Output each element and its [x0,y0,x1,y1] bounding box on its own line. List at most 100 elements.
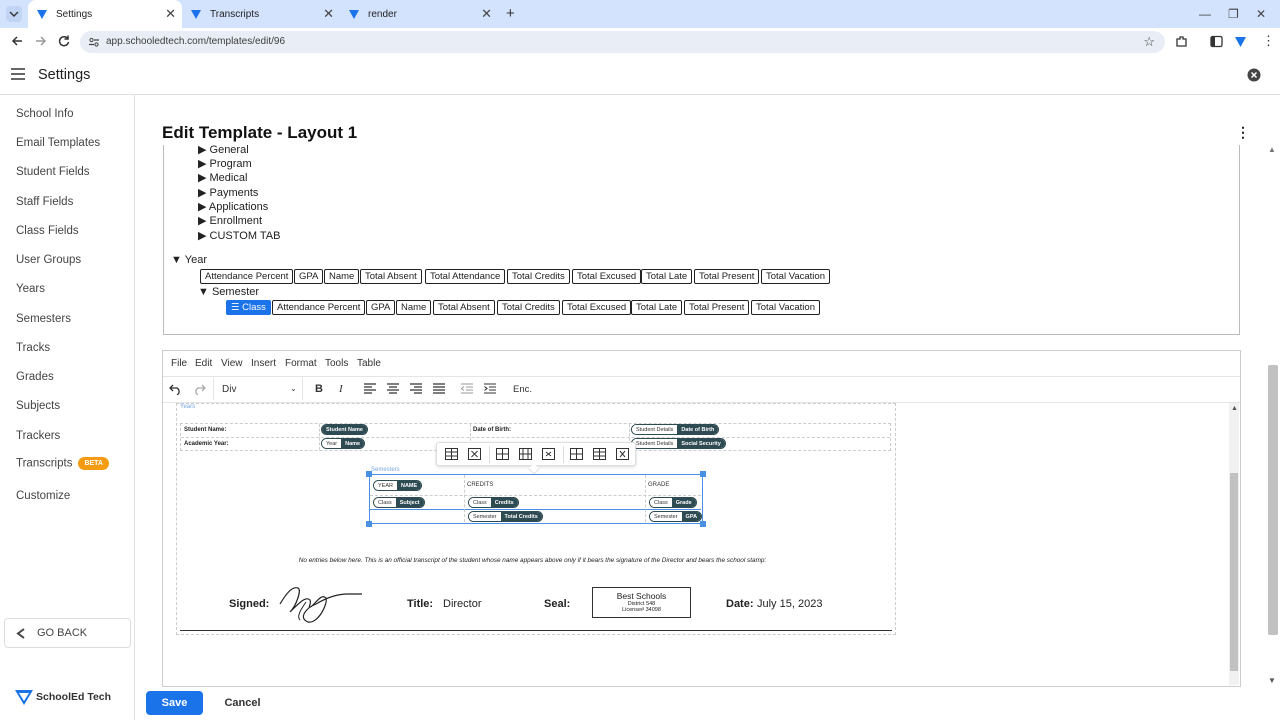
chip-semester-total-credits[interactable]: Total Credits [497,300,560,315]
resize-handle[interactable] [366,471,372,477]
menu-table[interactable]: Table [357,358,381,369]
class-subject-pill[interactable]: Class Subject [373,497,425,508]
chip-semester-total-present[interactable]: Total Present [684,300,750,315]
menu-file[interactable]: File [171,358,187,369]
tree-item-year[interactable]: ▼ Year [171,254,207,266]
chip-year-total-attendance[interactable]: Total Attendance [425,269,506,284]
forward-icon[interactable] [34,34,48,48]
menu-format[interactable]: Format [285,358,317,369]
insert-row-before-icon[interactable] [496,448,509,460]
align-right-icon[interactable] [410,383,422,394]
window-close-icon[interactable]: ✕ [1256,7,1266,21]
redo-icon[interactable] [193,382,206,395]
sidebar-item-user-groups[interactable]: User Groups [16,254,81,266]
bookmark-star-icon[interactable]: ☆ [1143,31,1155,53]
go-back-button[interactable]: GO BACK [4,618,131,648]
semester-total-credits-pill[interactable]: Semester Total Credits [468,511,543,522]
chip-semester-total-vacation[interactable]: Total Vacation [751,300,820,315]
social-security-pill[interactable]: Student Details Social Security [631,438,726,449]
browser-menu-icon[interactable]: ⋮ [1262,33,1275,49]
editor-scrollbar[interactable] [1229,403,1239,685]
address-bar[interactable]: app.schooledtech.com/templates/edit/96 ☆ [80,31,1165,53]
sidebar-toggle-icon[interactable] [1210,35,1223,48]
chip-semester-total-excused[interactable]: Total Excused [562,300,632,315]
bold-icon[interactable]: B [315,383,323,395]
back-icon[interactable] [10,34,24,48]
tree-item-program[interactable]: ▶ Program [198,157,252,170]
align-center-icon[interactable] [387,383,399,394]
dob-pill[interactable]: Student Details Date of Birth [631,424,720,435]
chip-year-total-present[interactable]: Total Present [694,269,760,284]
reload-icon[interactable] [57,34,71,48]
menu-edit[interactable]: Edit [195,358,212,369]
chip-year-total-credits[interactable]: Total Credits [507,269,570,284]
tab-close-icon[interactable]: ✕ [165,7,176,21]
menu-tools[interactable]: Tools [325,358,348,369]
scroll-down-icon[interactable]: ▼ [1268,676,1276,685]
chip-year-attendance-percent[interactable]: Attendance Percent [200,269,294,284]
sidebar-item-class-fields[interactable]: Class Fields [16,225,79,237]
align-left-icon[interactable] [364,383,376,394]
schooledtech-extension-icon[interactable] [1234,35,1247,48]
chip-semester-total-late[interactable]: Total Late [631,300,683,315]
italic-icon[interactable]: I [339,383,343,395]
site-info-icon[interactable] [88,36,100,48]
chip-semester-name[interactable]: Name [396,300,432,315]
tab-settings[interactable]: Settings ✕ [28,0,182,28]
undo-icon[interactable] [169,382,182,395]
delete-table-icon[interactable] [468,448,481,460]
scroll-up-icon[interactable]: ▲ [1268,145,1276,154]
sidebar-item-email-templates[interactable]: Email Templates [16,137,100,149]
hamburger-menu-icon[interactable] [11,68,25,80]
delete-row-icon[interactable] [542,448,555,460]
chip-class-button[interactable]: ☰ Class [226,300,271,315]
chip-semester-attendance-percent[interactable]: Attendance Percent [272,300,366,315]
sidebar-item-staff-fields[interactable]: Staff Fields [16,196,73,208]
chip-year-total-excused[interactable]: Total Excused [572,269,642,284]
page-scroll-thumb[interactable] [1268,365,1278,635]
enc-button[interactable]: Enc. [513,384,532,395]
sidebar-item-years[interactable]: Years [16,283,45,295]
cancel-button[interactable]: Cancel [215,691,270,715]
chip-year-total-vacation[interactable]: Total Vacation [761,269,830,284]
resize-handle[interactable] [700,471,706,477]
editor-scroll-thumb[interactable] [1230,473,1238,671]
close-settings-icon[interactable] [1247,68,1261,82]
sidebar-item-trackers[interactable]: Trackers [16,430,60,442]
menu-insert[interactable]: Insert [251,358,276,369]
insert-column-after-icon[interactable] [593,448,606,460]
class-grade-pill[interactable]: Class Grade [649,497,697,508]
resize-handle[interactable] [366,521,372,527]
tree-item-enrollment[interactable]: ▶ Enrollment [198,214,262,227]
chip-year-total-late[interactable]: Total Late [641,269,693,284]
resize-handle[interactable] [700,521,706,527]
sidebar-item-transcripts[interactable]: Transcripts BETA [16,457,109,470]
chip-semester-total-absent[interactable]: Total Absent [433,300,495,315]
semester-gpa-pill[interactable]: Semester GPA [649,511,703,522]
maximize-icon[interactable]: ❐ [1228,7,1239,21]
sidebar-item-semesters[interactable]: Semesters [16,313,71,325]
sidebar-item-student-fields[interactable]: Student Fields [16,166,90,178]
scroll-up-icon[interactable]: ▲ [1231,405,1238,412]
tab-render[interactable]: render ✕ [348,0,498,28]
block-format-select[interactable]: Div ⌄ [213,378,303,400]
tree-item-medical[interactable]: ▶ Medical [198,171,247,184]
tree-item-semester[interactable]: ▼ Semester [198,286,259,298]
tab-close-icon[interactable]: ✕ [323,7,334,21]
chip-year-gpa[interactable]: GPA [294,269,324,284]
sidebar-item-grades[interactable]: Grades [16,371,54,383]
save-button[interactable]: Save [146,691,203,715]
table-properties-icon[interactable] [445,448,458,460]
tree-item-general[interactable]: ▶ General [198,143,249,156]
delete-column-icon[interactable] [616,448,629,460]
more-options-icon[interactable]: ⋮ [1236,124,1250,141]
tree-item-custom-tab[interactable]: ▶ CUSTOM TAB [198,229,280,242]
extensions-icon[interactable] [1175,35,1188,48]
indent-icon[interactable] [484,383,496,394]
tab-search-icon[interactable] [6,6,22,22]
chip-year-name[interactable]: Name [324,269,360,284]
chip-semester-gpa[interactable]: GPA [366,300,396,315]
year-name-pill[interactable]: YEAR NAME [373,480,423,491]
minimize-icon[interactable]: — [1199,7,1211,21]
tree-item-payments[interactable]: ▶ Payments [198,186,258,199]
